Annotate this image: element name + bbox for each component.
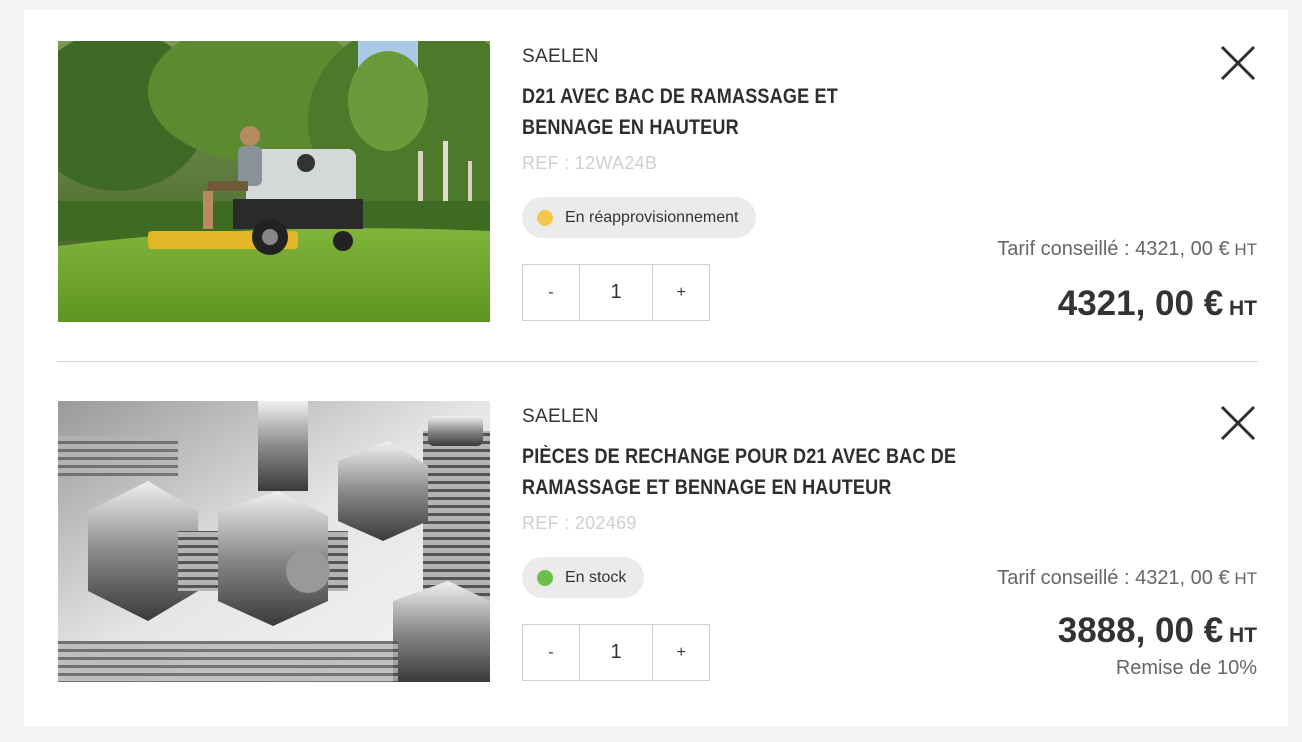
quantity-input[interactable]: 1	[578, 625, 654, 680]
discount-label: Remise de 10%	[1115, 657, 1257, 679]
quantity-stepper: - 1 +	[522, 624, 710, 681]
quantity-input[interactable]: 1	[578, 265, 654, 320]
lawn-mower-photo	[58, 41, 490, 322]
item-price-value: 4321, 00 €	[1057, 284, 1224, 323]
quantity-stepper: - 1 +	[522, 264, 710, 321]
recommended-price: Tarif conseillé : 4321, 00 € HT	[997, 238, 1257, 261]
decrease-quantity-button[interactable]: -	[523, 265, 579, 320]
recommended-price-unit: HT	[1229, 569, 1257, 588]
decrease-quantity-button[interactable]: -	[523, 625, 579, 680]
product-brand: SAELEN	[522, 46, 599, 67]
item-price: 4321, 00 € HT	[1058, 284, 1257, 324]
cart-panel: SAELEN D21 AVEC BAC DE RAMASSAGE ET BENN…	[24, 10, 1288, 726]
remove-item-button[interactable]	[1218, 403, 1258, 443]
cart-item: SAELEN D21 AVEC BAC DE RAMASSAGE ET BENN…	[24, 41, 1288, 323]
product-image-bolts[interactable]	[58, 401, 490, 682]
close-icon	[1220, 45, 1256, 81]
stock-status-label: En stock	[565, 568, 627, 586]
increase-quantity-button[interactable]: +	[653, 265, 709, 320]
remove-item-button[interactable]	[1218, 43, 1258, 83]
product-title-line: BENNAGE EN HAUTEUR	[522, 116, 739, 139]
product-title-line: D21 AVEC BAC DE RAMASSAGE ET	[522, 85, 838, 108]
item-price: 3888, 00 € HT	[1058, 611, 1257, 651]
bolts-photo	[58, 401, 490, 682]
product-title[interactable]: D21 AVEC BAC DE RAMASSAGE ET BENNAGE EN …	[522, 81, 969, 143]
recommended-price: Tarif conseillé : 4321, 00 € HT	[997, 567, 1257, 590]
product-brand: SAELEN	[522, 406, 599, 427]
item-divider	[57, 361, 1258, 362]
stock-status-label: En réapprovisionnement	[565, 208, 739, 226]
product-title-line: PIÈCES DE RECHANGE POUR D21 AVEC BAC DE	[522, 445, 957, 468]
item-price-unit: HT	[1223, 624, 1257, 647]
product-title-line: RAMASSAGE ET BENNAGE EN HAUTEUR	[522, 476, 892, 499]
stock-status-badge: En réapprovisionnement	[522, 197, 757, 238]
recommended-price-unit: HT	[1229, 240, 1257, 259]
cart-item: SAELEN PIÈCES DE RECHANGE POUR D21 AVEC …	[24, 401, 1288, 683]
recommended-price-value: Tarif conseillé : 4321, 00 €	[997, 567, 1230, 589]
item-price-value: 3888, 00 €	[1057, 611, 1224, 650]
product-ref: REF : 12WA24B	[522, 153, 658, 173]
item-price-unit: HT	[1223, 297, 1257, 320]
product-ref: REF : 202469	[522, 513, 637, 533]
status-dot-icon	[537, 569, 553, 586]
status-dot-icon	[537, 209, 553, 226]
product-title[interactable]: PIÈCES DE RECHANGE POUR D21 AVEC BAC DE …	[522, 441, 969, 503]
product-image-mower[interactable]	[58, 41, 490, 322]
close-icon	[1220, 405, 1256, 441]
recommended-price-value: Tarif conseillé : 4321, 00 €	[997, 238, 1230, 260]
stock-status-badge: En stock	[522, 557, 645, 598]
increase-quantity-button[interactable]: +	[653, 625, 709, 680]
